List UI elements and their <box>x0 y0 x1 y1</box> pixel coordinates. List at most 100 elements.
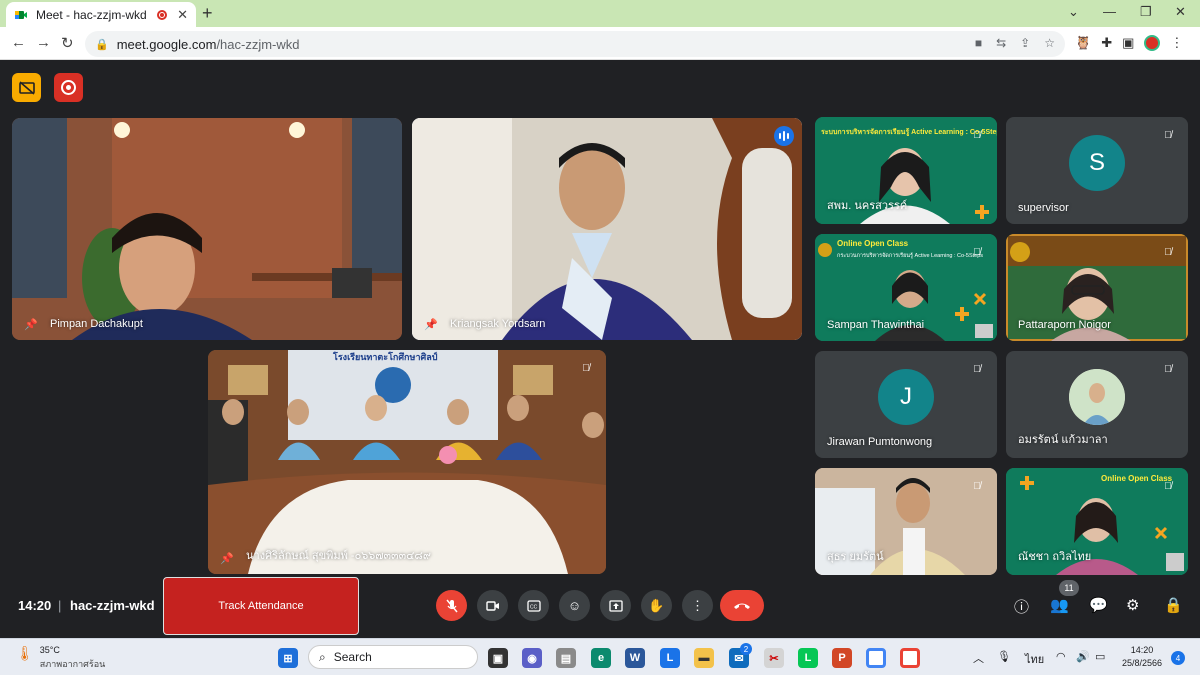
extensions-puzzle-icon[interactable]: ✚ <box>1101 35 1112 51</box>
host-controls-icon[interactable]: 🔒 <box>1164 596 1183 614</box>
emoji-icon: ☺ <box>567 598 582 613</box>
camera-button[interactable] <box>477 590 508 621</box>
participant-tile[interactable]: Online Open Class 🎙̸ ณัชชา ถวิลไทย <box>1006 468 1188 575</box>
back-icon[interactable]: ← <box>11 34 26 51</box>
participant-tile[interactable]: 🎙̸ Pattaraporn Noigor <box>1006 234 1188 341</box>
new-tab-icon[interactable]: + <box>202 3 213 24</box>
microphone-tray-icon[interactable]: 🎙 <box>997 650 1011 663</box>
url-field[interactable]: 🔒 meet.google.com/hac-zzjm-wkd ■ ⇆ ⇪ ☆ <box>85 31 1065 57</box>
search-label: Search <box>333 650 372 664</box>
taskbar-clock[interactable]: 14:20 25/8/2566 <box>1122 644 1162 670</box>
participant-tile[interactable]: J 🎙̸ Jirawan Pumtonwong <box>815 351 997 458</box>
input-language[interactable]: ไทย <box>1025 650 1044 668</box>
participant-name: Pattaraporn Noigor <box>1018 319 1111 331</box>
app-icon[interactable]: ▤ <box>556 648 576 668</box>
close-window-icon[interactable]: ✕ <box>1175 4 1186 20</box>
participant-tile[interactable]: ระบบการบริหารจัดการเรียนรู้ Active Learn… <box>815 117 997 224</box>
file-explorer-icon[interactable]: ▬ <box>694 648 714 668</box>
pin-icon[interactable]: 📌 <box>220 552 234 565</box>
meeting-code: hac-zzjm-wkd <box>70 598 155 613</box>
restore-icon[interactable]: ❐ <box>1140 4 1152 20</box>
mic-off-icon: 🎙̸ <box>973 129 981 141</box>
powerpoint-icon[interactable]: P <box>832 648 852 668</box>
show-hidden-icons-icon[interactable]: ︿ <box>973 650 984 666</box>
meeting-info-icon[interactable]: ⓘ <box>1014 596 1029 617</box>
windows-start-icon[interactable]: ⊞ <box>278 648 298 668</box>
side-panel-icon[interactable]: ▣ <box>1122 35 1134 51</box>
notification-badge[interactable]: 4 <box>1171 651 1185 665</box>
chrome-active-icon[interactable] <box>900 648 920 668</box>
pin-icon[interactable]: 📌 <box>24 318 38 331</box>
url-path: /hac-zzjm-wkd <box>216 36 300 52</box>
taskbar-time: 14:20 <box>1130 645 1154 655</box>
profile-avatar[interactable] <box>1144 35 1161 51</box>
minimize-icon[interactable]: — <box>1103 4 1116 19</box>
participant-tile[interactable]: 🎙̸ สุธร ยมรัตน์ <box>815 468 997 575</box>
leave-call-button[interactable] <box>720 590 764 621</box>
participant-name: สพม. นครสวรรค์ <box>827 200 908 212</box>
participant-tile[interactable]: โรงเรียนทาตะโกศึกษาศิลป์ 🎙̸ 📌 นางศิริลัก… <box>208 350 606 574</box>
people-icon[interactable]: 👥 <box>1050 596 1069 614</box>
battery-icon[interactable]: ▭ <box>1095 650 1105 663</box>
bookmark-star-icon[interactable]: ☆ <box>1044 36 1055 50</box>
present-icon <box>608 599 623 612</box>
url-host: meet.google.com <box>116 36 217 52</box>
taskbar-search[interactable]: ⌕ Search <box>308 645 478 669</box>
recording-icon <box>157 9 168 20</box>
meeting-clock: 14:20 <box>18 598 52 613</box>
svg-text:CC: CC <box>530 604 538 610</box>
forward-icon[interactable]: → <box>36 34 51 51</box>
browser-menu-icon[interactable]: ⋮ <box>1170 35 1183 51</box>
participant-tile[interactable]: 🎙̸ อมรรัตน์ แก้วมาลา <box>1006 351 1188 458</box>
taskbar-date: 25/8/2566 <box>1122 658 1163 668</box>
snipping-tool-icon[interactable]: ✂ <box>764 648 784 668</box>
task-view-icon[interactable]: ▣ <box>488 648 508 668</box>
browser-tab-meet[interactable]: Meet - hac-zzjm-wkd ✕ <box>6 2 196 27</box>
participant-name: อมรรัตน์ แก้วมาลา <box>1018 434 1108 446</box>
present-screen-button[interactable] <box>600 590 631 621</box>
participant-tile[interactable]: Online Open Class กระบวนการบริหารจัดการเ… <box>815 234 997 341</box>
mic-off-button[interactable] <box>436 590 467 621</box>
track-attendance-button[interactable]: Track Attendance <box>163 577 359 635</box>
reactions-button[interactable]: ☺ <box>559 590 590 621</box>
wifi-icon[interactable]: ◠ <box>1056 650 1066 663</box>
browser-tab-bar: Meet - hac-zzjm-wkd ✕ + ⌄ — ❐ ✕ <box>0 0 1200 27</box>
camera-in-use-icon[interactable]: ■ <box>975 36 982 50</box>
tab-search-icon[interactable]: ⌄ <box>1068 4 1079 20</box>
participant-name: Sampan Thawinthai <box>827 319 925 331</box>
reload-icon[interactable]: ↻ <box>61 34 74 52</box>
volume-icon[interactable]: 🔊 <box>1076 650 1090 663</box>
share-icon[interactable]: ⇪ <box>1020 36 1030 50</box>
translate-icon[interactable]: ⇆ <box>996 36 1006 50</box>
background-banner-subtitle: กระบวนการบริหารจัดการเรียนรู้ Active Lea… <box>837 253 984 259</box>
background-sign-text: โรงเรียนทาตะโกศึกษาศิลป์ <box>333 352 438 362</box>
search-icon: ⌕ <box>319 649 326 664</box>
mic-off-icon: 🎙̸ <box>582 362 590 374</box>
teams-chat-icon[interactable]: ◉ <box>522 648 542 668</box>
chrome-icon[interactable] <box>866 648 886 668</box>
extension-avatar-icon[interactable]: 🦉 <box>1075 35 1091 51</box>
camera-icon <box>485 600 499 611</box>
edge-icon[interactable]: e <box>591 648 611 668</box>
captions-off-badge-icon[interactable] <box>12 73 41 102</box>
more-options-button[interactable]: ⋮ <box>682 590 713 621</box>
recording-badge-icon[interactable] <box>54 73 83 102</box>
raise-hand-button[interactable]: ✋ <box>641 590 672 621</box>
thermometer-icon: 🌡 <box>16 645 34 661</box>
separator: | <box>58 598 62 613</box>
participant-tile[interactable]: S 🎙̸ supervisor <box>1006 117 1188 224</box>
close-tab-icon[interactable]: ✕ <box>177 7 188 23</box>
mic-off-icon <box>445 599 458 612</box>
hand-icon: ✋ <box>648 597 665 613</box>
participant-tile-active-speaker[interactable]: 📌 Kriangsak Yordsarn <box>412 118 802 340</box>
word-icon[interactable]: W <box>625 648 645 668</box>
participant-tile[interactable]: 📌 Pimpan Dachakupt <box>12 118 402 340</box>
activities-icon[interactable]: ⚙ <box>1126 596 1139 614</box>
app-l-icon[interactable]: L <box>660 648 680 668</box>
chat-icon[interactable]: 💬 <box>1089 596 1108 614</box>
captions-button[interactable]: CC <box>518 590 549 621</box>
weather-widget[interactable]: 🌡 35°C สภาพอากาศร้อน <box>16 645 105 671</box>
line-icon[interactable]: L <box>798 648 818 668</box>
mic-off-icon: 🎙̸ <box>973 363 981 375</box>
pin-icon[interactable]: 📌 <box>424 318 438 331</box>
